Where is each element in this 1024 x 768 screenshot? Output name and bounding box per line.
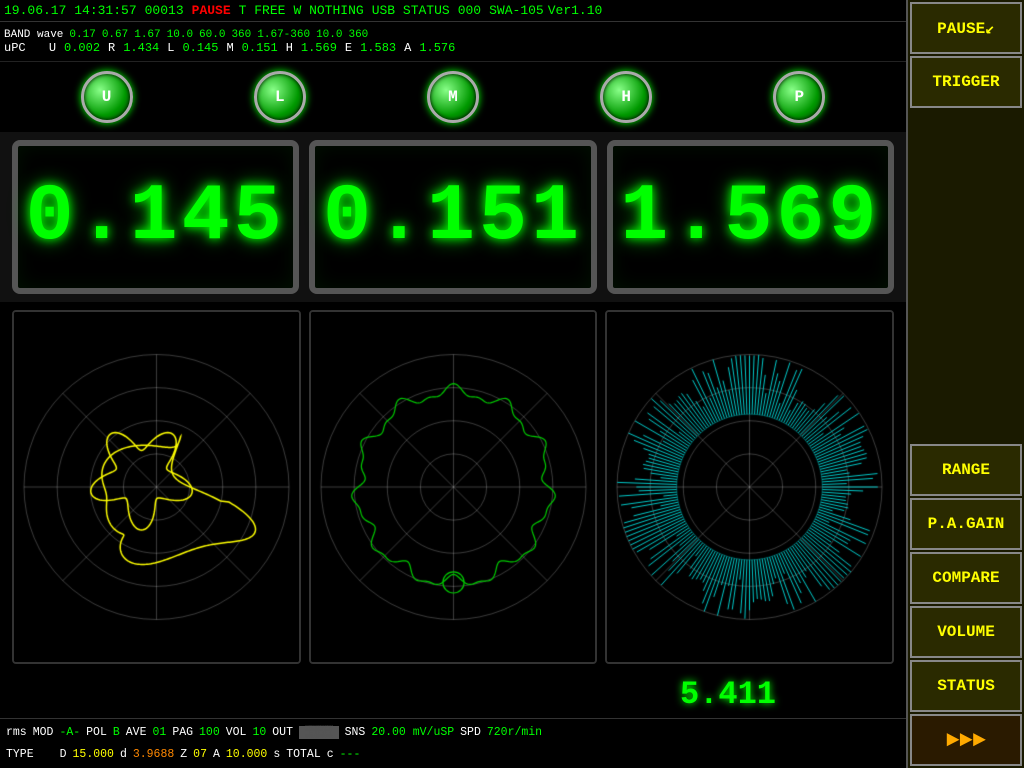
band-label: BAND wave bbox=[4, 29, 63, 41]
knob-h[interactable]: H bbox=[600, 71, 652, 123]
pause-button[interactable]: PAUSE↙ bbox=[910, 2, 1022, 54]
knob-u[interactable]: U bbox=[81, 71, 133, 123]
t-label: T FREE bbox=[239, 3, 286, 18]
version: Ver1.10 bbox=[548, 3, 603, 18]
w-label: W NOTHING bbox=[293, 3, 363, 18]
trigger-button[interactable]: TRIGGER bbox=[910, 56, 1022, 108]
bottom-line-1: rms MOD -A- POL B AVE 01 PAG 100 VOL 10 … bbox=[6, 726, 900, 739]
scope-left-canvas bbox=[14, 312, 299, 662]
scope-left bbox=[12, 310, 301, 664]
upc-label: uPC bbox=[4, 41, 26, 55]
display-h: 1.569 bbox=[607, 140, 894, 294]
right-panel: PAUSE↙ TRIGGER RANGE P.A.GAIN COMPARE VO… bbox=[906, 0, 1024, 768]
display-l-value: 0.145 bbox=[26, 172, 286, 263]
status-button[interactable]: STATUS bbox=[910, 660, 1022, 712]
scope-right-canvas bbox=[607, 312, 892, 662]
scope-center bbox=[309, 310, 598, 664]
displays-row: 0.145 0.151 1.569 bbox=[0, 132, 906, 302]
bottom-line-2: TYPE D 15.000 d 3.9688 Z 07 A 10.000 s T… bbox=[6, 748, 900, 761]
knob-m[interactable]: M bbox=[427, 71, 479, 123]
big-value: 5.411 bbox=[680, 676, 776, 713]
range-button[interactable]: RANGE bbox=[910, 444, 1022, 496]
display-m-value: 0.151 bbox=[323, 172, 583, 263]
bottom-bar: rms MOD -A- POL B AVE 01 PAG 100 VOL 10 … bbox=[0, 718, 906, 768]
arrows-button[interactable]: ►►► bbox=[910, 714, 1022, 766]
compare-button[interactable]: COMPARE bbox=[910, 552, 1022, 604]
volume-button[interactable]: VOLUME bbox=[910, 606, 1022, 658]
scopes-row bbox=[0, 302, 906, 672]
datetime: 19.06.17 14:31:57 bbox=[4, 3, 137, 18]
display-h-value: 1.569 bbox=[620, 172, 880, 263]
band-row: BAND wave 0.17 0.67 1.67 10.0 60.0 360 1… bbox=[0, 22, 1024, 62]
status-bar: 19.06.17 14:31:57 00013 PAUSE T FREE W N… bbox=[0, 0, 1024, 22]
model: SWA-105 bbox=[489, 3, 544, 18]
scope-center-canvas bbox=[311, 312, 596, 662]
usb-label: USB STATUS bbox=[372, 3, 450, 18]
display-l: 0.145 bbox=[12, 140, 299, 294]
status-num: 000 bbox=[458, 3, 481, 18]
knob-l[interactable]: L bbox=[254, 71, 306, 123]
knob-p[interactable]: P bbox=[773, 71, 825, 123]
scope-right bbox=[605, 310, 894, 664]
main-content: U L M H P 0.145 0.151 1.569 5.411 rms bbox=[0, 62, 906, 768]
knobs-row: U L M H P bbox=[0, 62, 906, 132]
pause-label: PAUSE bbox=[192, 3, 231, 18]
pa-gain-button[interactable]: P.A.GAIN bbox=[910, 498, 1022, 550]
display-m: 0.151 bbox=[309, 140, 596, 294]
device-id: 00013 bbox=[145, 3, 184, 18]
